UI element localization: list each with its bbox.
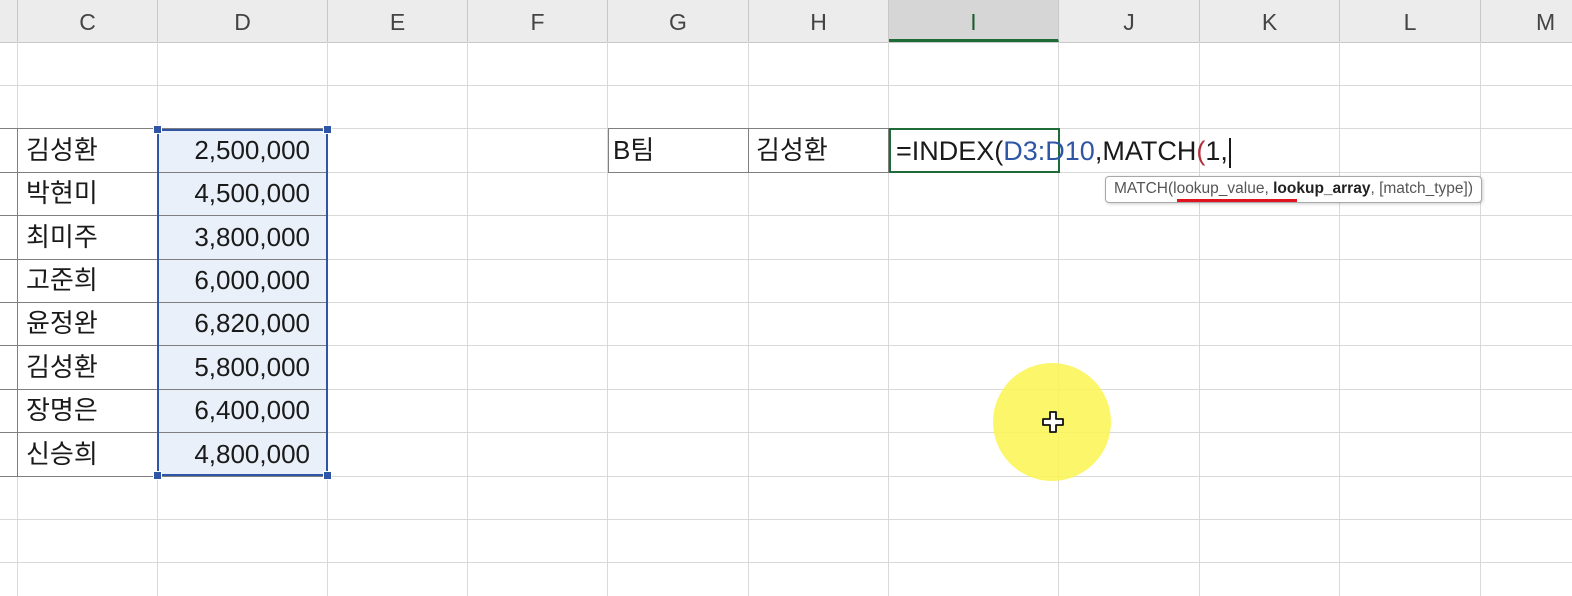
name-cell[interactable]: 장명은 [18,389,158,432]
column-header-m[interactable]: M [1481,0,1572,42]
gridline [1339,42,1340,596]
gridline [888,42,889,596]
gridline [0,562,1572,563]
gridline [1199,42,1200,596]
column-header-l[interactable]: L [1340,0,1481,42]
name-cell[interactable]: 고준희 [18,259,158,302]
text-caret [1228,137,1231,168]
gridline [748,42,749,596]
formula-prefix: =INDEX( [896,136,1004,166]
resize-handle[interactable] [153,471,162,480]
column-header-c[interactable]: C [18,0,158,42]
tooltip-separator: , [1370,180,1380,197]
gridline [0,85,1572,86]
column-header-row: C D E F G H I J K L M [0,0,1572,43]
formula-match: ,MATCH [1094,136,1197,166]
name-cell[interactable]: 박현미 [18,172,158,215]
name-cell[interactable]: 김성환 [18,346,158,389]
name-cell[interactable]: 신승희 [18,433,158,476]
selected-range-d3-d10 [157,129,328,476]
gridline [1480,42,1481,596]
column-header-k[interactable]: K [1200,0,1340,42]
column-header-j[interactable]: J [1059,0,1200,42]
tooltip-separator: , [1264,180,1274,197]
name-cell[interactable]: 최미주 [18,216,158,259]
annotation-underline [1177,199,1297,202]
formula-paren: ( [1196,136,1206,166]
name-cell[interactable]: 김성환 [18,129,158,172]
lookup-name-cell[interactable]: 김성환 [756,129,828,172]
move-cursor-icon [1042,411,1064,433]
tooltip-arg1[interactable]: lookup_value [1173,180,1264,197]
resize-handle[interactable] [153,125,162,134]
formula-range-ref: D3:D10 [1003,136,1095,166]
table-border [0,476,328,477]
column-header-h[interactable]: H [749,0,889,42]
table-border [17,128,18,476]
resize-handle[interactable] [323,471,332,480]
team-cell[interactable]: B팀 [613,129,654,172]
resize-handle[interactable] [323,125,332,134]
column-header-e[interactable]: E [328,0,468,42]
column-header-g[interactable]: G [608,0,749,42]
spreadsheet-grid[interactable]: C D E F G H I J K L M 김성환 2,500,000 박현미 … [0,0,1572,596]
gridline [0,519,1572,520]
tooltip-arg2[interactable]: lookup_array [1273,180,1370,197]
tooltip-func: MATCH( [1114,180,1174,197]
column-header-f[interactable]: F [468,0,608,42]
row-header-stub [0,0,18,42]
name-cell[interactable]: 윤정완 [18,302,158,345]
gridline [1058,42,1059,596]
column-header-d[interactable]: D [158,0,328,42]
column-header-i[interactable]: I [889,0,1059,42]
gridline [607,42,608,596]
formula-input[interactable]: =INDEX(D3:D10,MATCH(1, [896,128,1231,175]
lookup-divider [748,128,749,173]
formula-tail: 1, [1205,136,1228,166]
tooltip-arg3[interactable]: [match_type]) [1379,180,1473,197]
gridline [467,42,468,596]
